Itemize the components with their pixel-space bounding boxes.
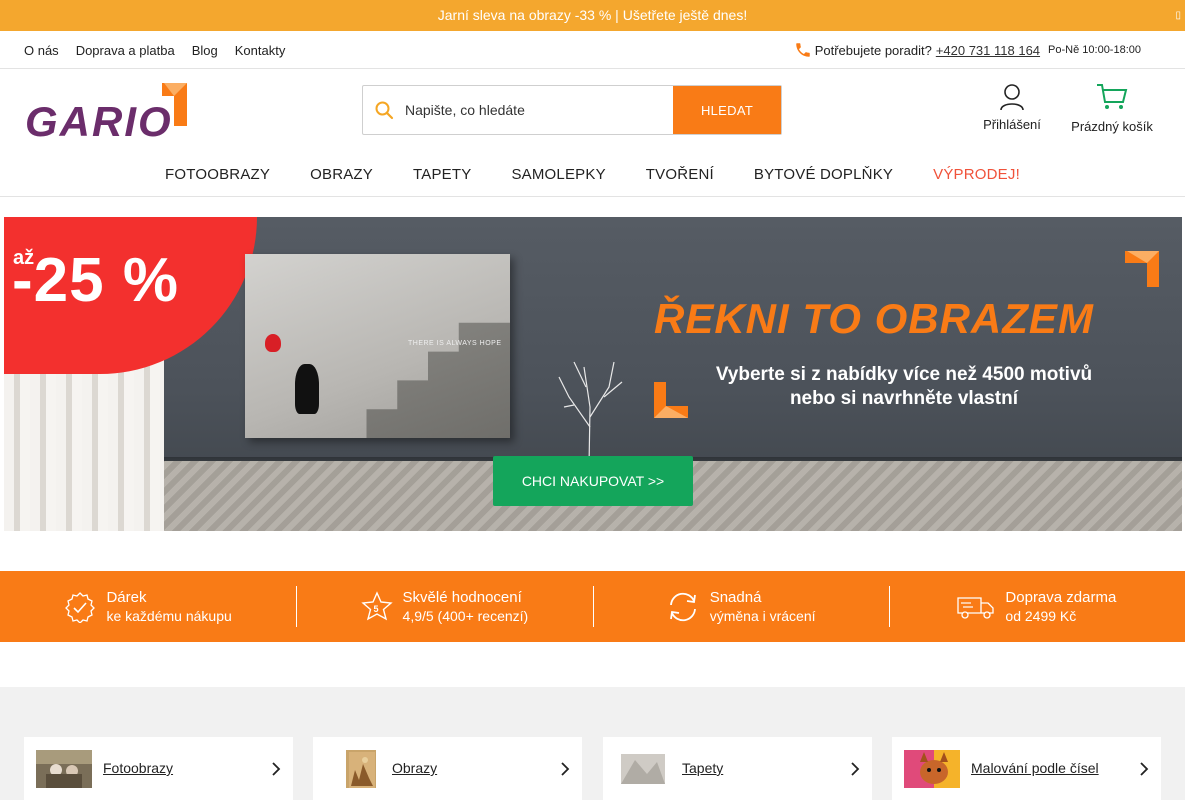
gario-logo[interactable]: GARIO xyxy=(24,80,189,140)
header: GARIO HLEDAT Přihlášení Prázdný košík xyxy=(0,69,1185,153)
top-links: O nás Doprava a platba Blog Kontakty xyxy=(24,31,285,69)
benefits-strip: Dárek ke každému nákupu 5 Skvělé hodnocen… xyxy=(0,571,1185,642)
stairs-graphic xyxy=(305,322,510,438)
cart-icon xyxy=(1097,84,1128,109)
login-label: Přihlášení xyxy=(983,117,1041,132)
top-link-shipping[interactable]: Doprava a platba xyxy=(76,43,175,58)
support-phone-link[interactable]: +420 731 118 164 xyxy=(936,43,1040,58)
support-hours: Po-Ně 10:00-18:00 xyxy=(1048,44,1141,56)
main-nav: FOTOOBRAZY OBRAZY TAPETY SAMOLEPKY TVOŘE… xyxy=(0,153,1185,197)
category-label: Fotoobrazy xyxy=(103,760,174,776)
star-icon: 5 xyxy=(360,590,393,620)
search-input[interactable] xyxy=(405,86,673,134)
promo-text[interactable]: Jarní sleva na obrazy -33 % | Ušetřete j… xyxy=(438,7,747,23)
benefit-shipping-title: Doprava zdarma xyxy=(1005,589,1117,606)
truck-icon xyxy=(957,596,995,619)
girl-graphic xyxy=(295,364,319,414)
hero-subline: Vyberte si z nabídky více než 4500 motiv… xyxy=(694,363,1114,411)
nav-item-samolepky[interactable]: SAMOLEPKY xyxy=(491,166,625,183)
login-button[interactable]: Přihlášení xyxy=(980,83,1044,132)
balloon-graphic xyxy=(265,334,281,352)
painting-wall-text: THERE IS ALWAYS HOPE xyxy=(408,340,502,347)
top-link-blog[interactable]: Blog xyxy=(192,43,218,58)
benefit-rating-text: 4,9/5 (400+ recenzí) xyxy=(402,608,529,624)
chevron-right-icon xyxy=(272,762,281,776)
search-button[interactable]: HLEDAT xyxy=(673,86,781,134)
discount-badge: až -25 % xyxy=(4,217,257,374)
cart-button[interactable]: Prázdný košík xyxy=(1066,83,1158,134)
benefit-return: Snadná výměna i vrácení xyxy=(592,571,889,642)
gift-check-icon xyxy=(65,591,96,623)
hero-subline-2: nebo si navrhněte vlastní xyxy=(789,388,1019,409)
nav-item-tapety[interactable]: TAPETY xyxy=(393,166,491,183)
support-question: Potřebujete poradit? xyxy=(814,42,932,58)
hero-banner[interactable]: až -25 % THERE IS ALWAYS HOPE ŘEKNI TO O… xyxy=(4,217,1182,531)
category-card-fotoobrazy[interactable]: Fotoobrazy xyxy=(24,737,293,800)
top-link-contacts[interactable]: Kontakty xyxy=(235,43,286,58)
phone-icon xyxy=(795,43,810,57)
nav-item-vyprodej[interactable]: VÝPRODEJ! xyxy=(913,166,1040,183)
benefit-shipping-text: od 2499 Kč xyxy=(1005,608,1077,624)
chevron-right-icon xyxy=(561,762,570,776)
refresh-icon xyxy=(669,592,696,621)
chevron-right-icon xyxy=(851,762,860,776)
hero-headline: ŘEKNI TO OBRAZEM xyxy=(654,295,1094,342)
svg-text:5: 5 xyxy=(373,604,378,614)
nav-item-bytove-doplnky[interactable]: BYTOVÉ DOPLŇKY xyxy=(734,166,913,183)
search-bar: HLEDAT xyxy=(362,85,782,135)
tapety-thumbnail xyxy=(621,754,665,784)
cart-label: Prázdný košík xyxy=(1071,119,1153,134)
benefit-return-text: výměna i vrácení xyxy=(709,608,816,624)
fotoobrazy-thumbnail xyxy=(36,750,92,788)
category-card-malovani[interactable]: Malování podle čísel xyxy=(892,737,1161,800)
category-label: Tapety xyxy=(682,760,724,776)
benefit-shipping: Doprava zdarma od 2499 Kč xyxy=(888,571,1185,642)
l-mark-icon xyxy=(654,382,688,418)
benefit-gift-text: ke každému nákupu xyxy=(106,608,232,624)
svg-text:GARIO: GARIO xyxy=(25,98,173,140)
category-label: Malování podle čísel xyxy=(971,760,1099,776)
benefit-rating: 5 Skvělé hodnocení 4,9/5 (400+ recenzí) xyxy=(296,571,592,642)
hero-subline-1: Vyberte si z nabídky více než 4500 motiv… xyxy=(715,364,1093,385)
benefit-rating-title: Skvělé hodnocení xyxy=(402,589,522,606)
search-icon xyxy=(363,86,405,134)
shop-now-button[interactable]: CHCI NAKUPOVAT >> xyxy=(493,456,693,506)
nav-item-obrazy[interactable]: OBRAZY xyxy=(290,166,393,183)
promo-bar: Jarní sleva na obrazy -33 % | Ušetřete j… xyxy=(0,0,1185,31)
top-link-about[interactable]: O nás xyxy=(24,43,59,58)
user-icon xyxy=(1000,84,1024,111)
chevron-right-icon xyxy=(1140,762,1149,776)
painting-image: THERE IS ALWAYS HOPE xyxy=(245,254,510,438)
discount-value: -25 % xyxy=(12,246,179,315)
benefit-return-title: Snadná xyxy=(709,589,762,606)
category-label: Obrazy xyxy=(392,760,438,776)
benefit-gift: Dárek ke každému nákupu xyxy=(0,571,296,642)
category-card-obrazy[interactable]: Obrazy xyxy=(313,737,582,800)
support-info: Potřebujete poradit? +420 731 118 164 Po… xyxy=(794,31,1141,69)
nav-item-tvoreni[interactable]: TVOŘENÍ xyxy=(626,166,734,183)
branch-decoration xyxy=(558,361,623,467)
benefit-gift-title: Dárek xyxy=(106,589,147,606)
top-nav: O nás Doprava a platba Blog Kontakty Pot… xyxy=(0,31,1185,69)
category-card-tapety[interactable]: Tapety xyxy=(603,737,872,800)
close-icon[interactable]: ▯ xyxy=(1175,0,1181,31)
gario-mark-icon xyxy=(1125,251,1159,287)
nav-item-fotoobrazy[interactable]: FOTOOBRAZY xyxy=(145,166,290,183)
obrazy-thumbnail xyxy=(346,750,376,788)
malovani-thumbnail xyxy=(904,750,960,788)
